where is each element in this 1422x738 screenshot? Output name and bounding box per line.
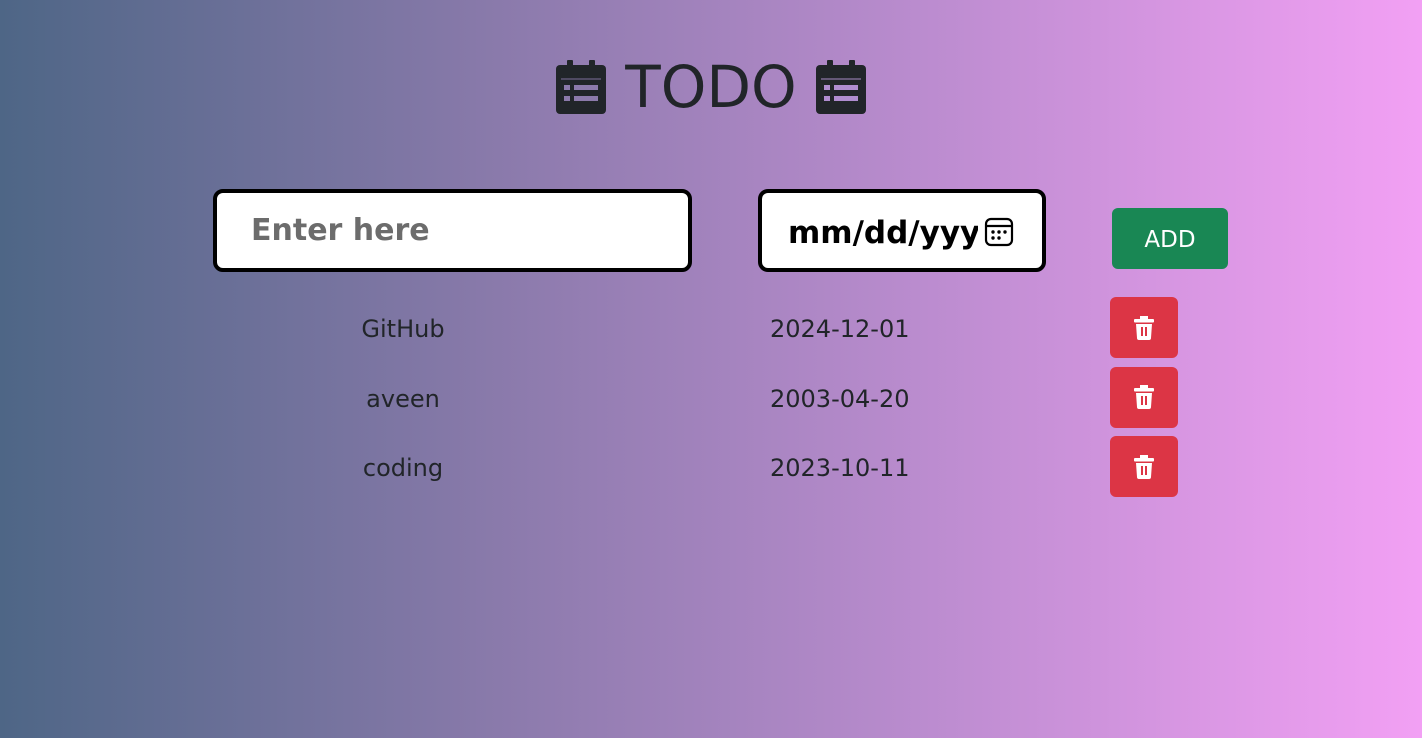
todo-name: aveen xyxy=(366,384,440,413)
todo-date: 2023-10-11 xyxy=(770,454,910,482)
app-title: TODO xyxy=(625,53,797,121)
page-title: TODO xyxy=(0,52,1422,122)
todo-item: GitHub 2024-12-01 xyxy=(0,297,1422,367)
delete-button[interactable] xyxy=(1110,436,1178,497)
todo-input-wrapper xyxy=(213,189,692,272)
todo-input[interactable] xyxy=(217,193,688,268)
trash-icon xyxy=(1134,315,1154,340)
todo-list: GitHub 2024-12-01 aveen 2003-04-20 codin… xyxy=(0,297,1422,506)
add-button[interactable]: ADD xyxy=(1112,208,1228,269)
calendar-list-icon xyxy=(556,60,607,114)
calendar-icon[interactable] xyxy=(984,217,1014,247)
todo-date: 2024-12-01 xyxy=(770,315,910,343)
date-input[interactable]: mm/dd/yyyy xyxy=(758,189,1046,272)
todo-item: aveen 2003-04-20 xyxy=(0,366,1422,437)
todo-date: 2003-04-20 xyxy=(770,384,910,413)
trash-icon xyxy=(1134,385,1154,409)
date-input-placeholder: mm/dd/yyyy xyxy=(788,215,978,251)
todo-name: GitHub xyxy=(361,315,445,343)
todo-name: coding xyxy=(362,454,444,482)
delete-button[interactable] xyxy=(1110,297,1178,358)
todo-item: coding 2023-10-11 xyxy=(0,436,1422,506)
calendar-list-icon xyxy=(815,60,866,114)
delete-button[interactable] xyxy=(1110,366,1178,428)
trash-icon xyxy=(1134,454,1154,479)
